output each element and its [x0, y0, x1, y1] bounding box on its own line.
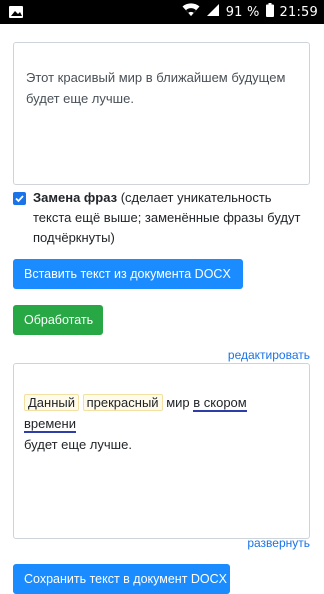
signal-icon: [206, 3, 220, 21]
gallery-notification-icon: [8, 4, 24, 20]
battery-percent: 91 %: [225, 4, 260, 20]
replace-phrases-option[interactable]: Замена фраз (сделает уникательность текс…: [13, 188, 313, 248]
replace-phrases-label: Замена фраз (сделает уникательность текс…: [13, 188, 313, 248]
replaced-word[interactable]: Данный: [24, 394, 79, 411]
insert-docx-button[interactable]: Вставить текст из документа DOCX: [13, 259, 243, 289]
save-docx-button[interactable]: Сохранить текст в документ DOCX: [13, 564, 230, 594]
battery-icon: [265, 3, 274, 21]
result-text: Данный прекрасный мир в скором времени б…: [24, 392, 299, 455]
process-button[interactable]: Обработать: [13, 305, 103, 335]
replace-phrases-checkbox[interactable]: [13, 192, 26, 205]
replaced-word[interactable]: прекрасный: [82, 394, 163, 411]
source-text-area[interactable]: Этот красивый мир в ближайшем будущем бу…: [13, 42, 310, 185]
wifi-icon: [182, 3, 200, 21]
plain-word: мир: [166, 395, 190, 410]
replace-phrases-title: Замена фраз: [33, 190, 118, 205]
source-text: Этот красивый мир в ближайшем будущем бу…: [26, 70, 286, 106]
result-text-area: Данный прекрасный мир в скором времени б…: [13, 363, 310, 539]
edit-link[interactable]: редактировать: [228, 348, 310, 362]
status-bar: 91 % 21:59: [0, 0, 324, 24]
plain-text: будет еще лучше.: [24, 437, 132, 452]
expand-link[interactable]: развернуть: [247, 536, 310, 550]
clock: 21:59: [279, 4, 318, 20]
